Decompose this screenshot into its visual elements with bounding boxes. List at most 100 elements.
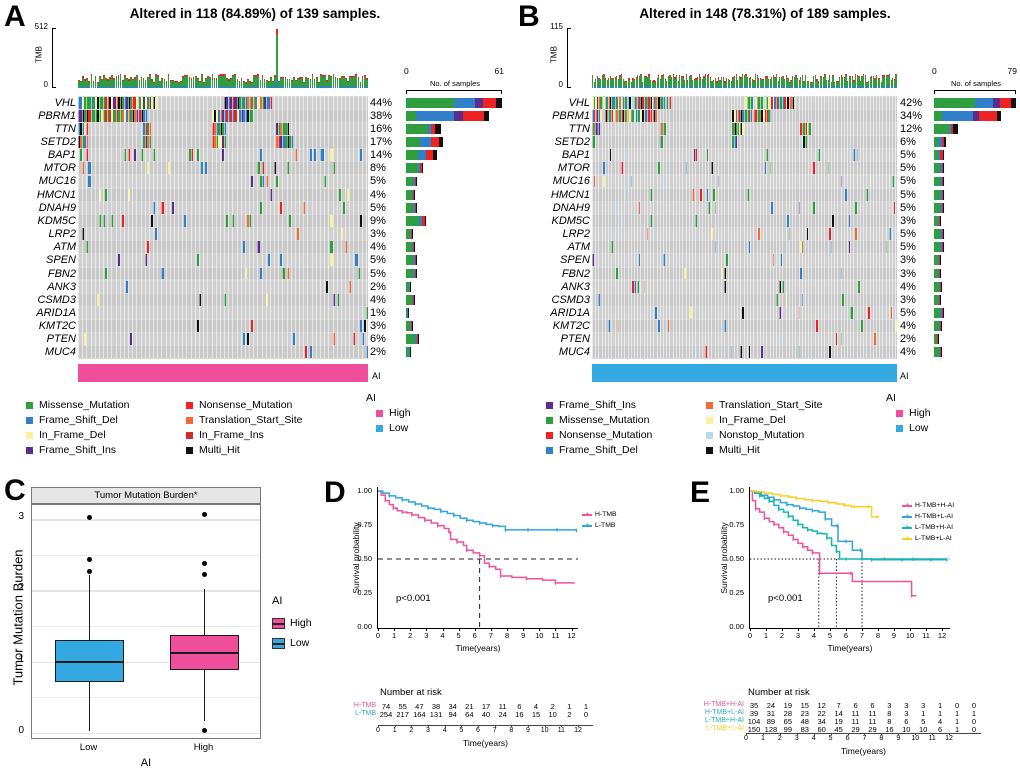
gene-summary-bar	[406, 189, 415, 200]
oncoplot-column-divider	[178, 96, 180, 359]
gene-label: KDM5C	[551, 214, 590, 227]
gene-percent: 5%	[370, 254, 386, 267]
gene-percent: 34%	[900, 109, 923, 122]
gene-summary-bar-segment	[944, 137, 946, 147]
oncoplot-column-divider	[232, 96, 234, 359]
km-y-tick: 1.00	[729, 486, 744, 496]
gene-summary-bar	[934, 110, 1001, 121]
legend-col1-a: Missense_Mutation Frame_Shift_Del In_Frame…	[26, 398, 186, 458]
tmb-seg-nonsense	[698, 74, 700, 76]
oncoplot-column-divider	[315, 96, 317, 359]
risk-value: 131	[429, 710, 443, 719]
oncoplot-column-divider	[675, 96, 677, 359]
legend-label: Low	[389, 422, 409, 434]
legend-item-ai: Low	[376, 421, 486, 436]
tmb-seg-nonsense	[796, 78, 799, 80]
gene-percent: 2%	[370, 280, 386, 293]
oncoplot-column-divider	[592, 96, 593, 359]
samples-axis-title-b: No. of samples	[950, 79, 1002, 88]
gene-label: PTEN	[560, 333, 590, 346]
oncoplot-column-divider	[805, 96, 807, 359]
risk-title-e: Number at risk	[748, 687, 810, 698]
gene-summary-bar-segment	[475, 97, 483, 108]
tmb-axis-bracket-b	[567, 28, 571, 88]
gene-summary-bar-segment	[417, 150, 427, 161]
risk-x-tick-mark	[847, 733, 849, 735]
km-y-tick: 0.75	[729, 520, 744, 530]
risk-x-tick: 4	[811, 735, 816, 742]
gene-summary-bar-segment	[484, 110, 490, 121]
km-y-ticks-e: 0.00 0.25 0.50 0.75 1.00	[720, 486, 746, 631]
risk-x-tick: 12	[945, 735, 953, 742]
tmb-axis-label-b: TMB	[549, 46, 559, 63]
gene-percent: 5%	[900, 228, 916, 241]
oncoplot-column-divider	[792, 96, 794, 359]
gene-summary-bar-segment	[953, 123, 958, 134]
oncoplot-column-divider	[879, 96, 881, 359]
oncoplot-column-divider	[111, 96, 113, 359]
legend-panel-a: Missense_Mutation Frame_Shift_Del In_Frame…	[26, 392, 496, 456]
oncoplot-column-divider	[740, 96, 742, 359]
oncoplot-column-divider	[604, 96, 606, 359]
oncoplot-column-divider	[253, 96, 255, 359]
oncoplot-column-divider	[808, 96, 810, 359]
km-x-tick-mark	[814, 628, 815, 631]
risk-x-tick: 6	[476, 727, 480, 734]
risk-value: 40	[481, 710, 491, 719]
km-x-ticks-e: 0 1 2 3 4 5 6 7 8 9 10 11 12	[748, 628, 950, 643]
gene-summary-bar-segment	[416, 176, 417, 187]
tmb-seg-nonsense	[592, 74, 594, 76]
oncoplot-column-divider	[278, 96, 280, 359]
gene-percent: 12%	[900, 122, 923, 135]
km-x-tick-mark	[507, 628, 509, 631]
risk-x-tick: 8	[879, 735, 884, 742]
oncoplot-column-divider	[821, 96, 823, 359]
samples-axis-bracket-a	[406, 90, 502, 94]
risk-x-tick: 10	[911, 735, 920, 742]
gene-label: MUC4	[44, 346, 76, 359]
risk-x-tick-mark	[813, 733, 815, 735]
gene-percent: 16%	[370, 122, 393, 135]
tmb-seg-nonsense	[148, 73, 151, 76]
boxplot-legend-median	[272, 623, 285, 625]
tmb-seg-nonsense	[224, 73, 226, 76]
risk-x-tick-mark	[578, 725, 579, 727]
oncoplot-column-divider	[637, 96, 639, 359]
oncoplot-column-divider	[737, 96, 739, 359]
gene-summary-bar-segment	[416, 202, 417, 213]
oncoplot-column-divider	[627, 96, 629, 359]
oncoplot-column-divider	[650, 96, 652, 359]
gene-label-column-a: VHL PBRM1 TTN SETD2 BAP1 MTOR MUC16 HMCN1 DNAH9 K…	[0, 96, 76, 359]
panel-a-title: Altered in 118 (84.89%) of 139 samples.	[129, 6, 381, 21]
tmb-seg-fsdel	[365, 86, 368, 88]
gene-summary-bar-segment	[414, 294, 415, 305]
gene-label: VHL	[568, 96, 590, 109]
oncoplot-column-divider	[78, 96, 79, 359]
legend-item-mutation: Nonsense_Mutation	[186, 398, 361, 413]
gene-percent: 5%	[900, 306, 916, 319]
gene-summary-bar	[406, 229, 413, 240]
km-legend-censor-icon: +	[585, 522, 590, 529]
km-x-tick-mark	[942, 628, 943, 631]
oncoplot-column-divider	[782, 96, 784, 359]
oncoplot-column-divider	[608, 96, 610, 359]
tmb-seg-nonsense	[163, 78, 166, 81]
tmb-seg-nonsense	[111, 74, 114, 77]
oncoplot-column-divider	[269, 96, 271, 359]
km-legend-censor-icon: +	[905, 513, 910, 520]
legend-panel-b: Frame_Shift_Ins Missense_Mutation Nonsense…	[546, 392, 1016, 456]
gene-summary-bar-segment	[415, 110, 455, 121]
oncoplot-column-divider	[885, 96, 887, 359]
tmb-seg-nonsense	[234, 73, 237, 76]
oncoplot-column-divider	[361, 96, 363, 359]
gene-summary-bar	[934, 334, 938, 345]
tmb-seg-nonsense	[98, 76, 101, 78]
oncoplot-column-divider	[711, 96, 713, 359]
oncoplot-column-divider	[115, 96, 117, 359]
km-x-tick: 8	[504, 631, 510, 640]
legend-label: Frame_Shift_Del	[39, 414, 118, 426]
risk-x-label-d: Time(years)	[462, 738, 509, 748]
oncoplot-column-divider	[595, 96, 597, 359]
tmb-seg-nonsense	[201, 74, 203, 76]
tmb-seg-missense	[895, 75, 897, 87]
